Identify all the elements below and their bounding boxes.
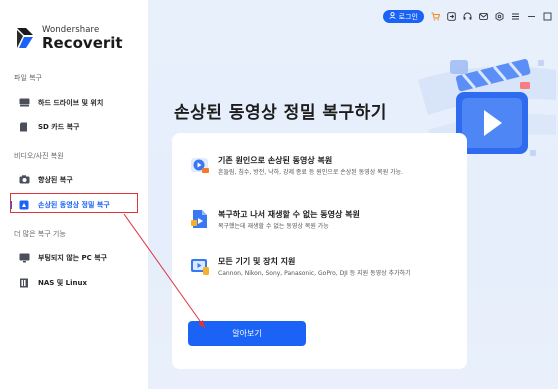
learn-more-label: 알아보기 — [232, 329, 262, 338]
feature-title: 모든 기기 및 장치 지원 — [218, 257, 296, 266]
recoverit-logo-icon — [14, 26, 36, 50]
app-logo: Wondershare Recoverit — [14, 26, 123, 51]
settings-icon[interactable] — [495, 12, 504, 21]
sidebar: Wondershare Recoverit 파일 복구 하드 드라이브 및 위치… — [0, 0, 148, 389]
brand-name: Recoverit — [42, 33, 123, 52]
camera-icon — [18, 174, 30, 186]
feature-desc: 복구했는데 재생할 수 없는 동영상 복원 가능 — [218, 223, 329, 230]
feature-item: 복구하고 나서 재생할 수 없는 동영상 복원 복구했는데 재생할 수 없는 동… — [190, 209, 460, 232]
export-icon[interactable] — [447, 12, 456, 21]
sidebar-item-sd-card[interactable]: SD 카드 복구 — [12, 118, 138, 135]
mail-icon[interactable] — [479, 12, 488, 21]
menu-icon[interactable] — [511, 12, 520, 21]
section-title-video-photo: 비디오/사진 복원 — [14, 152, 64, 160]
monitor-icon — [18, 252, 30, 264]
sidebar-item-label: 향상된 복구 — [38, 175, 73, 184]
feature-title: 기존 원인으로 손상된 동영상 복원 — [218, 156, 333, 165]
main-panel: 로그인 손상된 동영상 정밀 복구하기 기존 원인으로 손상된 동영상 복원 흔… — [148, 0, 558, 389]
login-button[interactable]: 로그인 — [382, 10, 424, 23]
sidebar-item-label: 하드 드라이브 및 위치 — [38, 98, 104, 107]
sidebar-item-label: SD 카드 복구 — [38, 122, 80, 131]
maximize-icon[interactable] — [543, 12, 552, 21]
login-label: 로그인 — [398, 12, 418, 21]
cart-icon[interactable] — [431, 12, 440, 21]
user-icon — [389, 12, 396, 21]
highlight-box — [10, 193, 138, 213]
section-title-more: 더 많은 복구 기능 — [14, 230, 66, 238]
nas-icon — [18, 277, 30, 289]
file-video-icon — [190, 209, 210, 229]
section-title-file-recovery: 파일 복구 — [14, 74, 42, 82]
sidebar-item-label: 부팅되지 않는 PC 복구 — [38, 253, 108, 262]
device-video-icon — [190, 256, 210, 276]
feature-desc: Cannon, Nikon, Sony, Panasonic, GoPro, D… — [218, 270, 411, 277]
feature-item: 기존 원인으로 손상된 동영상 복원 흔들림, 침수, 방전, 낙하, 강제 종… — [190, 155, 460, 178]
headset-icon[interactable] — [463, 12, 472, 21]
top-toolbar: 로그인 — [382, 10, 552, 23]
video-damage-icon — [190, 155, 210, 175]
sidebar-item-label: NAS 및 Linux — [38, 278, 87, 287]
feature-title: 복구하고 나서 재생할 수 없는 동영상 복원 — [218, 210, 360, 219]
learn-more-button[interactable]: 알아보기 — [188, 321, 306, 346]
sidebar-item-boot-pc[interactable]: 부팅되지 않는 PC 복구 — [12, 249, 138, 266]
sidebar-item-hard-drive[interactable]: 하드 드라이브 및 위치 — [12, 94, 138, 111]
sidebar-item-nas-linux[interactable]: NAS 및 Linux — [12, 274, 138, 291]
sd-card-icon — [18, 121, 30, 133]
page-title: 손상된 동영상 정밀 복구하기 — [174, 103, 387, 123]
feature-card: 기존 원인으로 손상된 동영상 복원 흔들림, 침수, 방전, 낙하, 강제 종… — [172, 133, 467, 369]
sidebar-item-video-repair[interactable]: 손상된 동영상 정밀 복구 — [10, 193, 138, 213]
sidebar-item-enhanced-recovery[interactable]: 향상된 복구 — [12, 171, 138, 188]
minimize-icon[interactable] — [527, 12, 536, 21]
feature-desc: 흔들림, 침수, 방전, 낙하, 강제 종료 등 원인으로 손상된 동영상 복원… — [218, 169, 404, 176]
feature-item: 모든 기기 및 장치 지원 Cannon, Nikon, Sony, Panas… — [190, 256, 460, 279]
hard-drive-icon — [18, 97, 30, 109]
